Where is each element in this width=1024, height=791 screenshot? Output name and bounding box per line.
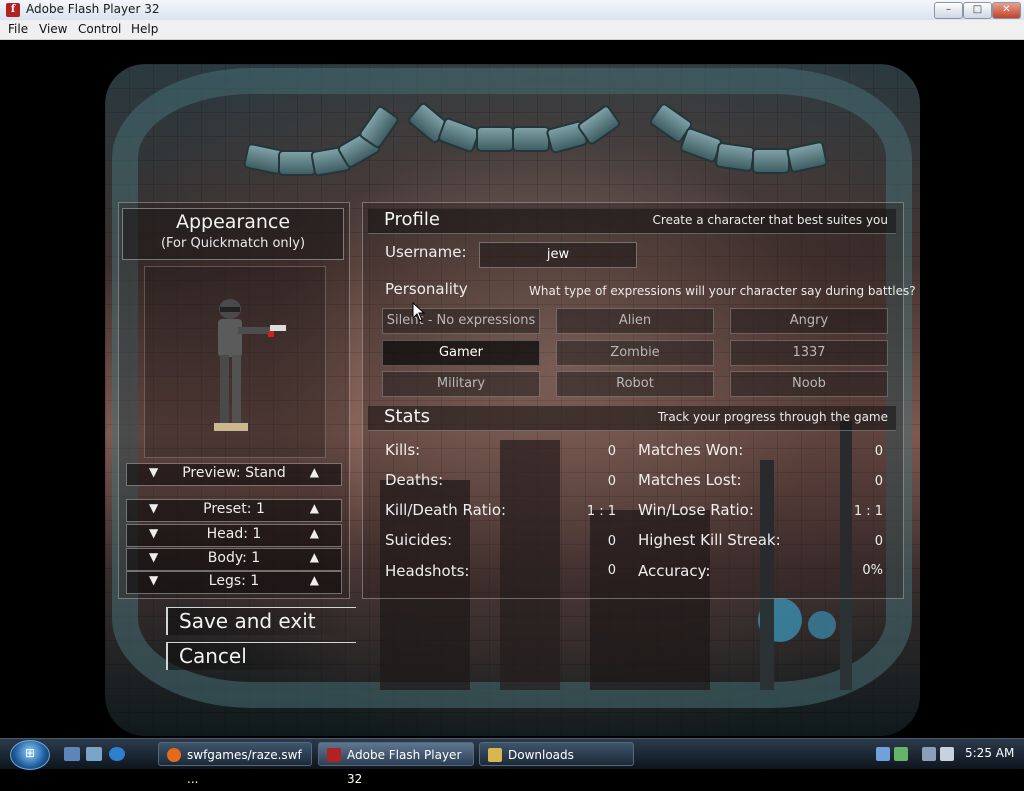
clock[interactable]: 5:25 AM [965, 746, 1014, 760]
task-downloads-label: Downloads [508, 748, 574, 762]
stat-kill-streak-label: Highest Kill Streak: [638, 531, 781, 549]
arrow-up-icon[interactable]: ▲ [310, 573, 319, 587]
maximize-icon: □ [972, 4, 983, 15]
start-button[interactable]: ⊞ [10, 740, 50, 770]
personality-title: Personality [385, 280, 468, 298]
stat-accuracy-label: Accuracy: [638, 562, 711, 580]
legs-selector: ▼ Legs: 1 ▲ [126, 571, 342, 594]
head-selector: ▼ Head: 1 ▲ [126, 524, 342, 547]
minimize-icon: – [946, 4, 951, 15]
volume-muted-icon[interactable] [940, 747, 954, 761]
stat-headshots-value: 0 [607, 563, 616, 578]
display-icon[interactable] [922, 747, 936, 761]
firefox-icon [167, 748, 181, 762]
stat-matches-won-label: Matches Won: [638, 441, 744, 459]
profile-description: Create a character that best suites you [652, 213, 888, 227]
personality-zombie[interactable]: Zombie [556, 340, 714, 366]
taskbar: ⊞ swfgames/raze.swf ... Adobe Flash Play… [0, 738, 1024, 786]
stat-headshots-label: Headshots: [385, 562, 470, 580]
folder-icon [488, 748, 502, 762]
system-tray: 5:25 AM [870, 741, 1020, 767]
menu-help[interactable]: Help [131, 22, 158, 36]
stat-kd-ratio-value: 1 : 1 [586, 504, 616, 519]
menu-file[interactable]: File [8, 22, 28, 36]
title-bar: f Adobe Flash Player 32 – □ ✕ [0, 0, 1024, 21]
body-selector: ▼ Body: 1 ▲ [126, 548, 342, 571]
mouse-cursor-icon [412, 302, 426, 322]
stat-wl-ratio-value: 1 : 1 [853, 504, 883, 519]
save-and-exit-button[interactable]: Save and exit [166, 607, 356, 635]
windows-logo-icon: ⊞ [24, 746, 36, 760]
profile-header: Profile Create a character that best sui… [368, 209, 896, 234]
personality-military[interactable]: Military [382, 371, 540, 397]
stat-accuracy-value: 0% [862, 563, 883, 578]
appearance-subtitle: (For Quickmatch only) [160, 236, 306, 251]
stat-suicides-value: 0 [607, 534, 616, 549]
arrow-up-icon[interactable]: ▲ [310, 526, 319, 540]
personality-description: What type of expressions will your chara… [529, 284, 916, 298]
tile [714, 141, 756, 173]
security-icon[interactable] [894, 747, 908, 761]
preview-selector: ▼ Preview: Stand ▲ [126, 463, 342, 486]
stats-header: Stats Track your progress through the ga… [368, 406, 896, 431]
menu-bar: File View Control Help [0, 20, 1024, 40]
personality-gamer[interactable]: Gamer [382, 340, 540, 366]
personality-1337[interactable]: 1337 [730, 340, 888, 366]
task-flash-player-label: Adobe Flash Player 32 [347, 748, 462, 786]
stat-kd-ratio-label: Kill/Death Ratio: [385, 501, 507, 519]
personality-noob[interactable]: Noob [730, 371, 888, 397]
tile [476, 126, 514, 152]
task-firefox[interactable]: swfgames/raze.swf ... [158, 742, 312, 786]
network-icon[interactable] [876, 747, 890, 761]
stat-matches-lost-label: Matches Lost: [638, 471, 742, 489]
username-input[interactable]: jew [479, 242, 637, 268]
menu-control[interactable]: Control [78, 22, 121, 36]
stat-deaths-value: 0 [607, 474, 616, 489]
close-button[interactable]: ✕ [992, 2, 1021, 19]
show-desktop-icon[interactable] [64, 747, 80, 761]
personality-angry[interactable]: Angry [730, 308, 888, 334]
preset-selector: ▼ Preset: 1 ▲ [126, 499, 342, 522]
personality-silent[interactable]: Silent - No expressions [382, 308, 540, 334]
internet-explorer-icon[interactable] [109, 747, 125, 761]
window-title: Adobe Flash Player 32 [26, 2, 160, 16]
stats-title: Stats [384, 406, 430, 427]
stats-description: Track your progress through the game [657, 410, 888, 424]
stat-wl-ratio-label: Win/Lose Ratio: [638, 501, 754, 519]
appearance-title: Appearance [175, 211, 291, 233]
stat-kills-value: 0 [607, 444, 616, 459]
arrow-up-icon[interactable]: ▲ [310, 550, 319, 564]
personality-robot[interactable]: Robot [556, 371, 714, 397]
stat-matches-won-value: 0 [874, 444, 883, 459]
profile-title: Profile [384, 209, 440, 230]
task-downloads[interactable]: Downloads [479, 742, 634, 766]
stat-kills-label: Kills: [385, 441, 421, 459]
tile [752, 148, 790, 174]
game-stage: Appearance (For Quickmatch only) ▼ Previ… [0, 40, 1024, 737]
stat-kill-streak-value: 0 [874, 534, 883, 549]
minimize-button[interactable]: – [934, 2, 963, 19]
stat-matches-lost-value: 0 [874, 474, 883, 489]
arrow-up-icon[interactable]: ▲ [310, 501, 319, 515]
close-icon: ✕ [1002, 4, 1011, 15]
appearance-header: Appearance (For Quickmatch only) [122, 208, 344, 260]
stat-suicides-label: Suicides: [385, 531, 453, 549]
arrow-up-icon[interactable]: ▲ [310, 465, 319, 479]
soldier-character-icon [214, 299, 286, 431]
flash-icon: f [6, 3, 20, 17]
maximize-button[interactable]: □ [963, 2, 992, 19]
switch-windows-icon[interactable] [86, 747, 102, 761]
task-flash-player[interactable]: Adobe Flash Player 32 [318, 742, 474, 786]
stat-deaths-label: Deaths: [385, 471, 444, 489]
personality-alien[interactable]: Alien [556, 308, 714, 334]
tile [512, 126, 550, 152]
flash-icon [327, 748, 341, 762]
task-firefox-label: swfgames/raze.swf ... [187, 748, 302, 786]
menu-view[interactable]: View [39, 22, 67, 36]
cancel-button[interactable]: Cancel [166, 642, 356, 670]
username-label: Username: [385, 243, 467, 261]
